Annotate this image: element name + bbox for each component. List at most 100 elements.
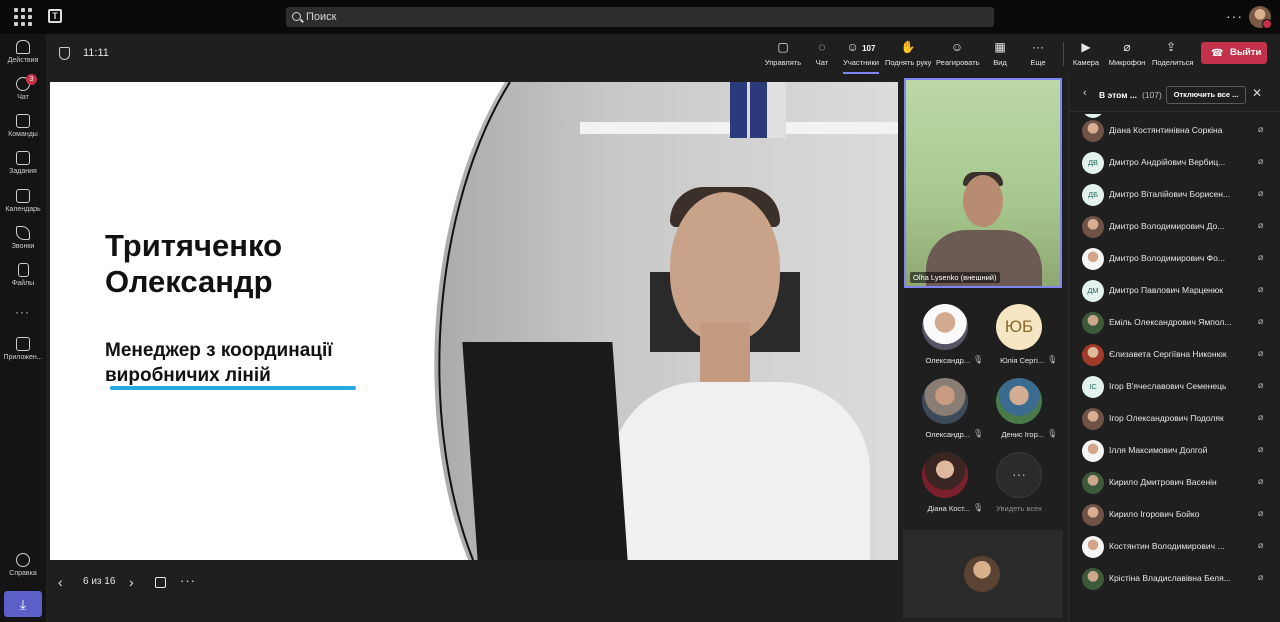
search-placeholder: Поиск: [306, 11, 337, 23]
more-options-icon[interactable]: ···: [180, 573, 196, 588]
list-item[interactable]: Крістіна Владиславівна Беля... ⌀: [1069, 562, 1280, 594]
avatar: [1082, 568, 1104, 590]
list-item[interactable]: ІС Ігор В'ячеславович Семенець ⌀: [1069, 370, 1280, 402]
bell-icon: [16, 40, 30, 54]
more-button[interactable]: ··· Еще: [1028, 40, 1048, 74]
share-button[interactable]: ⇪ Поделиться: [1152, 40, 1193, 74]
participant-tile[interactable]: Олександр... 🎙: [910, 304, 984, 368]
mic-off-icon: ⌀: [1258, 252, 1264, 262]
rail-label: Задания: [9, 168, 37, 175]
list-item[interactable]: Єлизавета Сергіївна Никонюк ⌀: [1069, 338, 1280, 370]
meeting-timer: 11:11: [83, 47, 109, 59]
active-speaker-video[interactable]: Olha Lysenko (внешний): [904, 78, 1062, 288]
more-options-icon[interactable]: ···: [1226, 8, 1243, 24]
microphone-button[interactable]: ⌀ Микрофон: [1108, 40, 1146, 74]
chat-button[interactable]: ◌ Чат: [812, 40, 832, 74]
mic-off-icon: ⌀: [1123, 40, 1131, 54]
rail-item-calendar[interactable]: Календарь: [0, 189, 46, 225]
list-item[interactable]: Діана Костянтинівна Соркіна ⌀: [1069, 114, 1280, 146]
participant-name: Дмитро Віталійович Борисен...: [1109, 189, 1231, 199]
search-input[interactable]: Поиск: [286, 7, 994, 27]
calendar-icon: [16, 189, 30, 203]
avatar: [1082, 536, 1104, 558]
participants-list[interactable]: Діана Костянтинівна Соркіна ⌀ ДВ Дмитро …: [1069, 114, 1280, 622]
rail-item-help[interactable]: Справка: [0, 553, 46, 589]
manage-button[interactable]: ▢ Управлять: [764, 40, 802, 74]
rail-item-calls[interactable]: Звонки: [0, 226, 46, 262]
control-label: Еще: [1030, 58, 1046, 67]
participant-name: Олександр...: [925, 430, 970, 439]
control-label: Реагировать: [936, 58, 980, 67]
hang-up-icon: ☎: [1211, 48, 1224, 59]
rail-label: Календарь: [5, 206, 41, 213]
rail-item-chat[interactable]: 3 Чат: [0, 74, 46, 113]
avatar: [922, 452, 968, 498]
avatar: [922, 378, 968, 424]
self-video-tile[interactable]: [903, 530, 1063, 618]
profile-avatar[interactable]: [1249, 6, 1272, 29]
list-item[interactable]: Костянтин Володимирович ... ⌀: [1069, 530, 1280, 562]
next-slide-button[interactable]: ›: [129, 574, 134, 590]
chat-icon: ◌: [818, 40, 826, 54]
leave-button[interactable]: ☎ Выйти: [1201, 42, 1267, 64]
list-item[interactable]: Ілля Максимович Долгой ⌀: [1069, 434, 1280, 466]
avatar: [1082, 216, 1104, 238]
avatar: ДМ: [1082, 280, 1104, 302]
chevron-left-icon[interactable]: ‹: [1083, 87, 1087, 99]
view-button[interactable]: ▦ Вид: [992, 40, 1008, 74]
rail-item-activity[interactable]: Действия: [0, 40, 46, 76]
list-item[interactable]: ДВ Дмитро Андрійович Вербиц... ⌀: [1069, 146, 1280, 178]
mic-off-icon: ⌀: [1258, 540, 1264, 550]
participant-name: Дмитро Володимирович До...: [1109, 221, 1225, 231]
participant-name: Костянтин Володимирович ...: [1109, 541, 1225, 551]
participant-tile[interactable]: Олександр... 🎙: [910, 378, 983, 442]
list-item[interactable]: Кирило Ігорович Бойко ⌀: [1069, 498, 1280, 530]
avatar: ДБ: [1082, 184, 1104, 206]
participant-name: Ігор Олександрович Подоляк: [1109, 413, 1224, 423]
list-item[interactable]: Дмитро Володимирович До... ⌀: [1069, 210, 1280, 242]
teams-icon: [16, 114, 30, 128]
close-icon[interactable]: ✕: [1252, 86, 1262, 100]
control-label: Вид: [993, 58, 1007, 67]
rail-item-teams[interactable]: Команды: [0, 114, 46, 150]
participant-tile[interactable]: Діана Кост... 🎙: [910, 452, 984, 516]
camera-button[interactable]: ▶ Камера: [1072, 40, 1100, 74]
avatar: [922, 304, 968, 350]
raise-hand-button[interactable]: ✋ Поднять руку: [885, 40, 931, 74]
more-apps-icon[interactable]: ···: [15, 305, 30, 319]
avatar: [1082, 408, 1104, 430]
participant-name: Дмитро Володимирович Фо...: [1109, 253, 1225, 263]
view-all-participants-button[interactable]: ··· Увидеть всех: [984, 452, 1054, 516]
list-item[interactable]: ДМ Дмитро Павлович Марценюк ⌀: [1069, 274, 1280, 306]
participant-name: Ілля Максимович Долгой: [1109, 445, 1208, 455]
participants-count: (107): [1142, 90, 1162, 100]
rail-item-apps[interactable]: Приложен...: [0, 337, 46, 373]
rail-label: Файлы: [11, 280, 35, 287]
app-launcher-icon[interactable]: [14, 8, 32, 26]
list-item[interactable]: ДБ Дмитро Віталійович Борисен... ⌀: [1069, 178, 1280, 210]
participant-name: Дмитро Андрійович Вербиц...: [1109, 157, 1226, 167]
participant-tile[interactable]: Денис Ігор... 🎙: [984, 378, 1057, 442]
avatar: [1082, 344, 1104, 366]
toolbar-divider: [1063, 42, 1064, 66]
react-button[interactable]: ☺ Реагировать: [936, 40, 980, 74]
list-item[interactable]: Дмитро Володимирович Фо... ⌀: [1069, 242, 1280, 274]
rail-item-assignments[interactable]: Задания: [0, 151, 46, 187]
participant-name: Кирило Дмитрович Васенін: [1109, 477, 1217, 487]
copy-icon[interactable]: [155, 577, 166, 588]
slide-name-line-2: Олександр: [105, 264, 273, 299]
mic-off-icon: 🎙: [973, 503, 984, 512]
mic-off-icon: 🎙: [973, 355, 984, 364]
list-item[interactable]: Кирило Дмитрович Васенін ⌀: [1069, 466, 1280, 498]
rail-item-files[interactable]: Файлы: [0, 263, 46, 299]
mute-all-button[interactable]: Отключить все ...: [1166, 86, 1246, 104]
previous-slide-button[interactable]: ‹: [58, 574, 63, 590]
participants-button[interactable]: ☺ 107 Участники: [843, 40, 879, 74]
mic-off-icon: ⌀: [1258, 572, 1264, 582]
participant-tile[interactable]: ЮБ Юлія Сергі... 🎙: [984, 304, 1057, 368]
file-icon: [17, 263, 29, 277]
list-item[interactable]: Ігор Олександрович Подоляк ⌀: [1069, 402, 1280, 434]
download-button[interactable]: ⤓: [4, 591, 42, 617]
list-item[interactable]: Еміль Олександрович Ямпол... ⌀: [1069, 306, 1280, 338]
mic-off-icon: ⌀: [1258, 284, 1264, 294]
